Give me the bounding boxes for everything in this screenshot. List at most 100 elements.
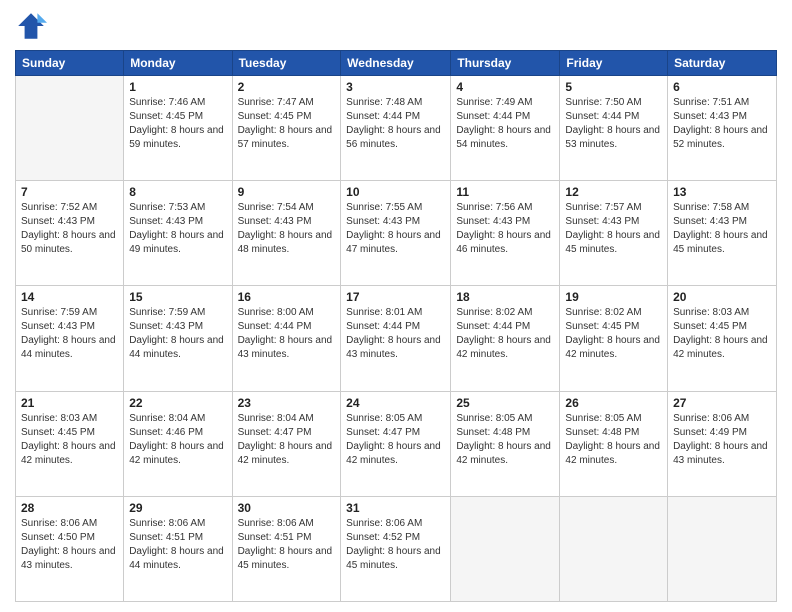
- calendar-day-cell: 18 Sunrise: 8:02 AMSunset: 4:44 PMDayligh…: [451, 286, 560, 391]
- logo-icon: [15, 10, 47, 42]
- calendar-day-cell: 23 Sunrise: 8:04 AMSunset: 4:47 PMDayligh…: [232, 391, 341, 496]
- logo: [15, 10, 51, 42]
- day-info: Sunrise: 7:54 AMSunset: 4:43 PMDaylight:…: [238, 201, 336, 257]
- calendar-day-cell: 10 Sunrise: 7:55 AMSunset: 4:43 PMDayligh…: [341, 181, 451, 286]
- day-info: Sunrise: 8:06 AMSunset: 4:51 PMDaylight:…: [129, 517, 226, 573]
- calendar-day-cell: 7 Sunrise: 7:52 AMSunset: 4:43 PMDaylight…: [16, 181, 124, 286]
- calendar-day-cell: 15 Sunrise: 7:59 AMSunset: 4:43 PMDayligh…: [124, 286, 232, 391]
- calendar-day-cell: 28 Sunrise: 8:06 AMSunset: 4:50 PMDayligh…: [16, 496, 124, 601]
- calendar-week-row: 28 Sunrise: 8:06 AMSunset: 4:50 PMDayligh…: [16, 496, 777, 601]
- day-info: Sunrise: 8:04 AMSunset: 4:47 PMDaylight:…: [238, 412, 336, 468]
- day-number: 9: [238, 185, 336, 199]
- day-number: 6: [673, 80, 771, 94]
- calendar-day-cell: 31Sunrise: 8:06 AMSunset: 4:52 PMDayligh…: [341, 496, 451, 601]
- day-number: 28: [21, 501, 118, 515]
- day-info: Sunrise: 7:59 AMSunset: 4:43 PMDaylight:…: [21, 306, 118, 362]
- day-info: Sunrise: 8:01 AMSunset: 4:44 PMDaylight:…: [346, 306, 445, 362]
- weekday-header: Sunday: [16, 51, 124, 76]
- day-number: 7: [21, 185, 118, 199]
- calendar-day-cell: 16 Sunrise: 8:00 AMSunset: 4:44 PMDayligh…: [232, 286, 341, 391]
- day-info: Sunrise: 8:02 AMSunset: 4:45 PMDaylight:…: [565, 306, 662, 362]
- day-number: 30: [238, 501, 336, 515]
- day-info: Sunrise: 8:03 AMSunset: 4:45 PMDaylight:…: [21, 412, 118, 468]
- calendar-week-row: 7 Sunrise: 7:52 AMSunset: 4:43 PMDaylight…: [16, 181, 777, 286]
- calendar-day-cell: 22Sunrise: 8:04 AMSunset: 4:46 PMDayligh…: [124, 391, 232, 496]
- day-number: 3: [346, 80, 445, 94]
- day-info: Sunrise: 8:03 AMSunset: 4:45 PMDaylight:…: [673, 306, 771, 362]
- day-number: 27: [673, 396, 771, 410]
- calendar-day-cell: [16, 76, 124, 181]
- day-info: Sunrise: 8:06 AMSunset: 4:50 PMDaylight:…: [21, 517, 118, 573]
- day-info: Sunrise: 7:57 AMSunset: 4:43 PMDaylight:…: [565, 201, 662, 257]
- day-number: 17: [346, 290, 445, 304]
- day-number: 26: [565, 396, 662, 410]
- calendar-day-cell: 6 Sunrise: 7:51 AMSunset: 4:43 PMDaylight…: [668, 76, 777, 181]
- calendar-day-cell: [560, 496, 668, 601]
- calendar-day-cell: 9 Sunrise: 7:54 AMSunset: 4:43 PMDaylight…: [232, 181, 341, 286]
- day-info: Sunrise: 7:48 AMSunset: 4:44 PMDaylight:…: [346, 96, 445, 152]
- day-number: 19: [565, 290, 662, 304]
- day-info: Sunrise: 7:50 AMSunset: 4:44 PMDaylight:…: [565, 96, 662, 152]
- weekday-header: Monday: [124, 51, 232, 76]
- day-number: 22: [129, 396, 226, 410]
- day-number: 24: [346, 396, 445, 410]
- day-number: 20: [673, 290, 771, 304]
- calendar-day-cell: 25 Sunrise: 8:05 AMSunset: 4:48 PMDayligh…: [451, 391, 560, 496]
- weekday-header: Thursday: [451, 51, 560, 76]
- day-info: Sunrise: 7:49 AMSunset: 4:44 PMDaylight:…: [456, 96, 554, 152]
- calendar-day-cell: 27 Sunrise: 8:06 AMSunset: 4:49 PMDayligh…: [668, 391, 777, 496]
- calendar-header-row: SundayMondayTuesdayWednesdayThursdayFrid…: [16, 51, 777, 76]
- calendar-day-cell: 21 Sunrise: 8:03 AMSunset: 4:45 PMDayligh…: [16, 391, 124, 496]
- day-info: Sunrise: 8:06 AMSunset: 4:52 PMDaylight:…: [346, 517, 445, 573]
- calendar-day-cell: 2Sunrise: 7:47 AMSunset: 4:45 PMDaylight…: [232, 76, 341, 181]
- weekday-header: Friday: [560, 51, 668, 76]
- calendar-day-cell: 19 Sunrise: 8:02 AMSunset: 4:45 PMDayligh…: [560, 286, 668, 391]
- day-info: Sunrise: 7:51 AMSunset: 4:43 PMDaylight:…: [673, 96, 771, 152]
- day-info: Sunrise: 8:00 AMSunset: 4:44 PMDaylight:…: [238, 306, 336, 362]
- calendar-day-cell: 3 Sunrise: 7:48 AMSunset: 4:44 PMDaylight…: [341, 76, 451, 181]
- calendar-day-cell: 5Sunrise: 7:50 AMSunset: 4:44 PMDaylight…: [560, 76, 668, 181]
- day-number: 21: [21, 396, 118, 410]
- day-info: Sunrise: 7:53 AMSunset: 4:43 PMDaylight:…: [129, 201, 226, 257]
- day-info: Sunrise: 8:06 AMSunset: 4:49 PMDaylight:…: [673, 412, 771, 468]
- day-number: 11: [456, 185, 554, 199]
- day-number: 16: [238, 290, 336, 304]
- day-number: 12: [565, 185, 662, 199]
- calendar-day-cell: 12 Sunrise: 7:57 AMSunset: 4:43 PMDayligh…: [560, 181, 668, 286]
- calendar-day-cell: 13Sunrise: 7:58 AMSunset: 4:43 PMDayligh…: [668, 181, 777, 286]
- day-info: Sunrise: 7:55 AMSunset: 4:43 PMDaylight:…: [346, 201, 445, 257]
- calendar-day-cell: 11 Sunrise: 7:56 AMSunset: 4:43 PMDayligh…: [451, 181, 560, 286]
- day-info: Sunrise: 8:02 AMSunset: 4:44 PMDaylight:…: [456, 306, 554, 362]
- day-number: 25: [456, 396, 554, 410]
- day-number: 23: [238, 396, 336, 410]
- day-info: Sunrise: 7:58 AMSunset: 4:43 PMDaylight:…: [673, 201, 771, 257]
- calendar-week-row: 21 Sunrise: 8:03 AMSunset: 4:45 PMDayligh…: [16, 391, 777, 496]
- calendar-day-cell: [668, 496, 777, 601]
- day-info: Sunrise: 8:05 AMSunset: 4:47 PMDaylight:…: [346, 412, 445, 468]
- calendar-day-cell: 4 Sunrise: 7:49 AMSunset: 4:44 PMDaylight…: [451, 76, 560, 181]
- header: [15, 10, 777, 42]
- day-number: 15: [129, 290, 226, 304]
- calendar-day-cell: 26 Sunrise: 8:05 AMSunset: 4:48 PMDayligh…: [560, 391, 668, 496]
- weekday-header: Tuesday: [232, 51, 341, 76]
- day-number: 4: [456, 80, 554, 94]
- day-info: Sunrise: 8:06 AMSunset: 4:51 PMDaylight:…: [238, 517, 336, 573]
- day-number: 1: [129, 80, 226, 94]
- calendar-day-cell: 24 Sunrise: 8:05 AMSunset: 4:47 PMDayligh…: [341, 391, 451, 496]
- day-info: Sunrise: 8:05 AMSunset: 4:48 PMDaylight:…: [456, 412, 554, 468]
- weekday-header: Wednesday: [341, 51, 451, 76]
- calendar-day-cell: 30 Sunrise: 8:06 AMSunset: 4:51 PMDayligh…: [232, 496, 341, 601]
- day-number: 18: [456, 290, 554, 304]
- calendar-day-cell: 29 Sunrise: 8:06 AMSunset: 4:51 PMDayligh…: [124, 496, 232, 601]
- day-number: 29: [129, 501, 226, 515]
- day-info: Sunrise: 7:52 AMSunset: 4:43 PMDaylight:…: [21, 201, 118, 257]
- page: SundayMondayTuesdayWednesdayThursdayFrid…: [0, 0, 792, 612]
- calendar-day-cell: 14Sunrise: 7:59 AMSunset: 4:43 PMDayligh…: [16, 286, 124, 391]
- day-info: Sunrise: 7:59 AMSunset: 4:43 PMDaylight:…: [129, 306, 226, 362]
- day-info: Sunrise: 7:56 AMSunset: 4:43 PMDaylight:…: [456, 201, 554, 257]
- day-info: Sunrise: 8:05 AMSunset: 4:48 PMDaylight:…: [565, 412, 662, 468]
- day-number: 10: [346, 185, 445, 199]
- calendar-day-cell: 8Sunrise: 7:53 AMSunset: 4:43 PMDaylight…: [124, 181, 232, 286]
- calendar-day-cell: [451, 496, 560, 601]
- day-info: Sunrise: 7:47 AMSunset: 4:45 PMDaylight:…: [238, 96, 336, 152]
